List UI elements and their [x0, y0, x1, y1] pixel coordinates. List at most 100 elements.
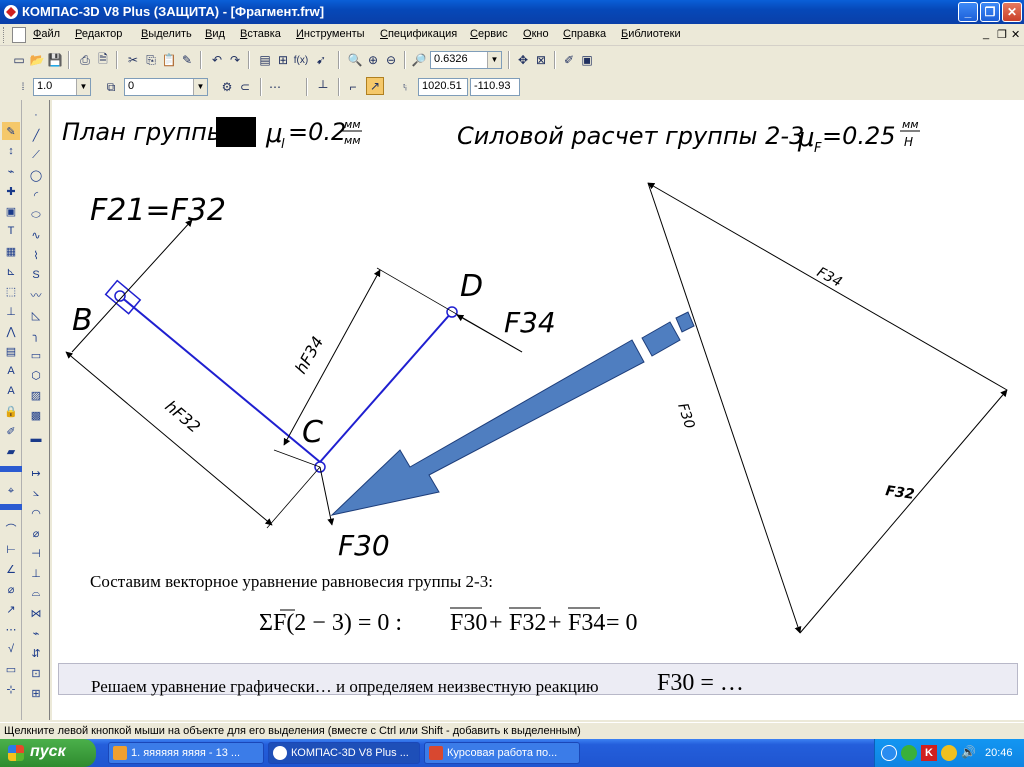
dim-text-tool-icon[interactable]: ⊡: [27, 664, 45, 682]
insert-panel-icon[interactable]: ▤: [2, 342, 20, 360]
back-tray-icon[interactable]: [881, 745, 897, 761]
ellipse-tool-icon[interactable]: ⬭: [27, 206, 45, 224]
designations-panel-icon[interactable]: ⌁: [2, 162, 20, 180]
save-icon[interactable]: 💾: [46, 51, 64, 69]
step-cursor-icon[interactable]: ⁞: [14, 78, 32, 96]
fill-tool-icon[interactable]: ▩: [27, 406, 45, 424]
library-icon[interactable]: ⊞: [274, 51, 292, 69]
text-align-icon[interactable]: A: [2, 362, 20, 380]
reports-panel-icon[interactable]: ⋀: [2, 322, 20, 340]
properties-icon[interactable]: ⚙: [218, 78, 236, 96]
zoom-field[interactable]: 0.6326 ▼: [430, 51, 502, 69]
volume-tray-icon[interactable]: 🔊: [961, 745, 977, 761]
draw-panel-icon[interactable]: ✐: [2, 422, 20, 440]
point-tool-icon[interactable]: ·: [27, 106, 45, 124]
menu-view[interactable]: Вид: [205, 28, 225, 40]
grid-icon[interactable]: ⋯: [266, 78, 284, 96]
segment-tool-icon[interactable]: ⟋: [27, 146, 45, 164]
parametrization-panel-icon[interactable]: ▣: [2, 202, 20, 220]
roughness-panel-icon[interactable]: √: [2, 640, 20, 658]
geometry-check-icon[interactable]: ✐: [560, 51, 578, 69]
menu-insert[interactable]: Вставка: [240, 28, 281, 40]
wave-tool-icon[interactable]: 〰: [27, 286, 45, 304]
arc-tool-icon[interactable]: ◜: [27, 186, 45, 204]
geometry-panel-icon[interactable]: ✎: [2, 122, 20, 140]
text-edit-icon[interactable]: A: [2, 382, 20, 400]
redo-icon[interactable]: ↷: [226, 51, 244, 69]
layer-field[interactable]: 0 ▼: [124, 78, 208, 96]
mdi-close-button[interactable]: ✕: [1011, 28, 1020, 41]
menu-help[interactable]: Справка: [563, 28, 606, 40]
zoom-scale-icon[interactable]: 🔎: [410, 51, 428, 69]
table-panel-icon[interactable]: ▦: [2, 242, 20, 260]
dim-chain-tool-icon[interactable]: ⊣: [27, 544, 45, 562]
preview-icon[interactable]: 🗎: [94, 51, 112, 69]
undo-icon[interactable]: ↶: [208, 51, 226, 69]
update-tray-icon[interactable]: [941, 745, 957, 761]
dimensions-panel-icon[interactable]: ↕: [2, 142, 20, 160]
snap-icon[interactable]: ⊂: [236, 78, 254, 96]
arc-panel-icon[interactable]: ⌒: [2, 520, 20, 538]
select-panel-icon[interactable]: ⬚: [2, 282, 20, 300]
coord-y-field[interactable]: -110.93: [470, 78, 520, 96]
variables-icon[interactable]: f(x): [292, 51, 310, 69]
document-icon[interactable]: [12, 27, 26, 43]
circle-tool-icon[interactable]: ◯: [27, 166, 45, 184]
rectangle-tool-icon[interactable]: ▭: [27, 346, 45, 364]
print-icon[interactable]: ⎙: [76, 51, 94, 69]
menu-libraries[interactable]: Библиотеки: [621, 28, 681, 40]
coord-x-field[interactable]: 1020.51: [418, 78, 468, 96]
dim-linear-tool-icon[interactable]: ↦: [27, 464, 45, 482]
cut-icon[interactable]: ✂: [124, 51, 142, 69]
layers-icon[interactable]: ⧉: [102, 78, 120, 96]
round-mode-icon[interactable]: ↗: [366, 77, 384, 95]
lock-icon[interactable]: 🔒: [2, 402, 20, 420]
dim-diam-tool-icon[interactable]: ⌀: [27, 524, 45, 542]
mdi-restore-button[interactable]: ❐: [997, 28, 1007, 41]
open-file-icon[interactable]: 📂: [28, 51, 46, 69]
close-button[interactable]: ✕: [1002, 2, 1022, 22]
menu-tools[interactable]: Инструменты: [296, 28, 365, 40]
restore-button[interactable]: ❐: [980, 2, 1000, 22]
dim-angle-tool-icon[interactable]: ⦣: [27, 484, 45, 502]
measure-panel-icon[interactable]: ⊾: [2, 262, 20, 280]
dim-arc-tool-icon[interactable]: ⌓: [27, 584, 45, 602]
diameter-panel-icon[interactable]: ⌀: [2, 580, 20, 598]
pan-icon[interactable]: ✥: [514, 51, 532, 69]
dim-base-tool-icon[interactable]: ⊥: [27, 564, 45, 582]
spec-panel-icon[interactable]: ⊥: [2, 302, 20, 320]
zoom-dropdown-icon[interactable]: ▼: [487, 52, 501, 68]
local-cs-icon[interactable]: ┴: [314, 78, 332, 96]
spline-tool-icon[interactable]: ∿: [27, 226, 45, 244]
window-layout-icon[interactable]: ▣: [578, 51, 596, 69]
hatch-panel-icon[interactable]: ▰: [2, 442, 20, 460]
copy-icon[interactable]: ⎘: [142, 51, 160, 69]
nurbs-tool-icon[interactable]: S: [27, 266, 45, 284]
radius-panel-icon[interactable]: ↗: [2, 600, 20, 618]
antivirus-tray-icon[interactable]: K: [921, 745, 937, 761]
step-dropdown-icon[interactable]: ▼: [76, 79, 90, 95]
minimize-button[interactable]: _: [958, 2, 978, 22]
ortho-icon[interactable]: ⌐: [344, 78, 362, 96]
manager-icon[interactable]: ▤: [256, 51, 274, 69]
start-button[interactable]: пуск: [0, 739, 96, 767]
dim-edit-tool-icon[interactable]: ⊞: [27, 684, 45, 702]
text-panel-icon[interactable]: T: [2, 222, 20, 240]
dim-radial-tool-icon[interactable]: ◠: [27, 504, 45, 522]
menu-window[interactable]: Окно: [523, 28, 549, 40]
dimension-panel-icon[interactable]: ⊢: [2, 540, 20, 558]
contour-tool-icon[interactable]: ▬: [27, 430, 45, 448]
menu-edit[interactable]: Редактор: [75, 28, 122, 40]
zoom-out-icon[interactable]: ⊖: [382, 51, 400, 69]
zoom-window-icon[interactable]: 🔍: [346, 51, 364, 69]
mdi-minimize-button[interactable]: _: [983, 28, 989, 40]
dim-height-tool-icon[interactable]: ⇵: [27, 644, 45, 662]
chamfer-tool-icon[interactable]: ◺: [27, 306, 45, 324]
paste-icon[interactable]: 📋: [160, 51, 178, 69]
menu-service[interactable]: Сервис: [470, 28, 508, 40]
zoom-in-icon[interactable]: ⊕: [364, 51, 382, 69]
polygon-tool-icon[interactable]: ⬡: [27, 366, 45, 384]
edit-panel-icon[interactable]: ✚: [2, 182, 20, 200]
axis-panel-icon[interactable]: ⊹: [2, 680, 20, 698]
help-pointer-icon[interactable]: ➹: [312, 51, 330, 69]
